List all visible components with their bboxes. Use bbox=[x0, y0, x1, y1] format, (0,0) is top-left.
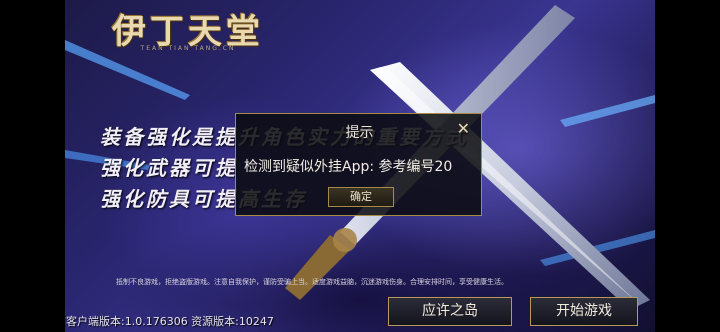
alert-dialog: 提示 ✕ 检测到疑似外挂App: 参考编号20 确定 bbox=[235, 113, 482, 216]
close-icon[interactable]: ✕ bbox=[457, 120, 470, 138]
start-game-button[interactable]: 开始游戏 bbox=[530, 297, 638, 326]
confirm-button[interactable]: 确定 bbox=[328, 187, 394, 207]
left-letterbox bbox=[0, 0, 65, 332]
version-info: 客户端版本:1.0.176306 资源版本:10247 bbox=[66, 315, 274, 328]
sword-guard bbox=[333, 228, 357, 252]
right-letterbox bbox=[655, 0, 720, 332]
game-logo: 伊丁天堂 TEAN TIAN TANG.CN bbox=[102, 4, 274, 60]
health-notice: 抵制不良游戏，拒绝盗版游戏。注意自我保护，谨防受骗上当。适度游戏益脑，沉迷游戏伤… bbox=[116, 278, 508, 286]
dialog-message: 检测到疑似外挂App: 参考编号20 bbox=[244, 159, 453, 175]
logo-subtitle: TEAN TIAN TANG.CN bbox=[140, 45, 236, 52]
dialog-title: 提示 bbox=[345, 125, 374, 141]
game-login-screen: 伊丁天堂 TEAN TIAN TANG.CN 装备强化是提升角色实力的重要方式 … bbox=[0, 0, 720, 332]
island-button[interactable]: 应许之岛 bbox=[388, 297, 512, 326]
light-streak bbox=[560, 95, 655, 127]
